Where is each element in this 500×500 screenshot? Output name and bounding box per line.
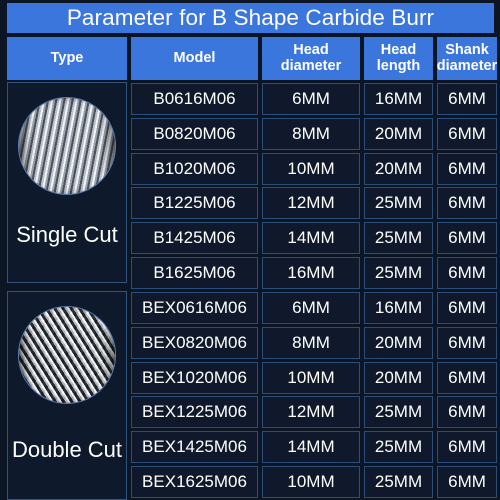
table-row: B1020M06 10MM 20MM 6MM xyxy=(0,152,500,187)
column-header-type-label: Type xyxy=(50,49,84,66)
cell-shank-diameter: 6MM xyxy=(437,83,497,115)
table-row: B1425M06 14MM 25MM 6MM xyxy=(0,221,500,256)
cell-shank-diameter: 6MM xyxy=(437,326,497,359)
column-header-model: Model xyxy=(131,37,258,80)
rows-single-cut: B0616M06 6MM 16MM 6MM B0820M06 8MM 20MM … xyxy=(0,82,500,291)
cell-head-length: 16MM xyxy=(364,83,433,115)
cell-head-length: 25MM xyxy=(364,431,433,464)
cell-head-diameter: 10MM xyxy=(262,152,360,185)
cell-head-length: 20MM xyxy=(364,361,433,394)
cell-model: BEX1625M06 xyxy=(131,465,258,498)
column-header-head-length: Head length xyxy=(364,37,433,80)
section-single-cut: Single Cut B0616M06 6MM 16MM 6MM B0820M0… xyxy=(0,82,500,289)
table-row: BEX1020M06 10MM 20MM 6MM xyxy=(0,361,500,396)
column-header-shank-diameter: Shank diameter xyxy=(437,37,497,80)
table-header-row: Type Model Head diameter Head length Sha… xyxy=(0,37,500,80)
cell-model: BEX0820M06 xyxy=(131,326,258,359)
column-header-type: Type xyxy=(7,37,127,80)
cell-model: B1225M06 xyxy=(131,187,258,220)
cell-model: BEX1425M06 xyxy=(131,431,258,464)
cell-shank-diameter: 6MM xyxy=(437,465,497,498)
cell-shank-diameter: 6MM xyxy=(437,187,497,220)
cell-model: B0820M06 xyxy=(131,117,258,150)
cell-head-diameter: 10MM xyxy=(262,465,360,498)
column-header-shank-diameter-label: Shank diameter xyxy=(436,41,498,74)
column-header-model-label: Model xyxy=(173,49,216,66)
spec-sheet: Parameter for B Shape Carbide Burr Type … xyxy=(0,0,500,500)
cell-model: BEX1020M06 xyxy=(131,361,258,394)
table-row: BEX0820M06 8MM 20MM 6MM xyxy=(0,326,500,361)
cell-model: B1020M06 xyxy=(131,152,258,185)
cell-head-length: 16MM xyxy=(364,292,433,324)
column-header-head-diameter: Head diameter xyxy=(262,37,360,80)
cell-model: BEX0616M06 xyxy=(131,292,258,324)
cell-head-diameter: 8MM xyxy=(262,326,360,359)
table-row: B1225M06 12MM 25MM 6MM xyxy=(0,186,500,221)
cell-head-diameter: 8MM xyxy=(262,117,360,150)
cell-head-length: 25MM xyxy=(364,187,433,220)
cell-head-diameter: 16MM xyxy=(262,256,360,289)
column-header-head-diameter-label: Head diameter xyxy=(280,41,342,74)
table-row: BEX1625M06 10MM 25MM 6MM xyxy=(0,465,500,500)
cell-head-diameter: 6MM xyxy=(262,83,360,115)
cell-head-diameter: 12MM xyxy=(262,396,360,429)
cell-head-diameter: 14MM xyxy=(262,222,360,255)
rows-double-cut: BEX0616M06 6MM 16MM 6MM BEX0820M06 8MM 2… xyxy=(0,291,500,500)
cell-head-length: 25MM xyxy=(364,465,433,498)
cell-head-length: 25MM xyxy=(364,396,433,429)
cell-model: B0616M06 xyxy=(131,83,258,115)
cell-shank-diameter: 6MM xyxy=(437,396,497,429)
cell-model: B1425M06 xyxy=(131,222,258,255)
cell-head-diameter: 6MM xyxy=(262,292,360,324)
column-header-head-length-label: Head length xyxy=(376,41,421,74)
table-row: BEX1225M06 12MM 25MM 6MM xyxy=(0,395,500,430)
page-title-text: Parameter for B Shape Carbide Burr xyxy=(66,5,435,30)
cell-head-diameter: 14MM xyxy=(262,431,360,464)
cell-model: BEX1225M06 xyxy=(131,396,258,429)
cell-shank-diameter: 6MM xyxy=(437,152,497,185)
cell-shank-diameter: 6MM xyxy=(437,292,497,324)
cell-shank-diameter: 6MM xyxy=(437,222,497,255)
table-row: BEX1425M06 14MM 25MM 6MM xyxy=(0,430,500,465)
cell-shank-diameter: 6MM xyxy=(437,117,497,150)
cell-head-length: 20MM xyxy=(364,326,433,359)
cell-head-length: 25MM xyxy=(364,256,433,289)
cell-shank-diameter: 6MM xyxy=(437,431,497,464)
cell-head-diameter: 10MM xyxy=(262,361,360,394)
table-row: BEX0616M06 6MM 16MM 6MM xyxy=(0,291,500,326)
cell-shank-diameter: 6MM xyxy=(437,256,497,289)
cell-head-length: 20MM xyxy=(364,117,433,150)
table-row: B1625M06 16MM 25MM 6MM xyxy=(0,256,500,291)
table-row: B0820M06 8MM 20MM 6MM xyxy=(0,117,500,152)
cell-head-diameter: 12MM xyxy=(262,187,360,220)
page-title: Parameter for B Shape Carbide Burr xyxy=(7,3,494,33)
cell-shank-diameter: 6MM xyxy=(437,361,497,394)
cell-head-length: 20MM xyxy=(364,152,433,185)
cell-head-length: 25MM xyxy=(364,222,433,255)
cell-model: B1625M06 xyxy=(131,256,258,289)
table-row: B0616M06 6MM 16MM 6MM xyxy=(0,82,500,117)
section-double-cut: Double Cut BEX0616M06 6MM 16MM 6MM BEX08… xyxy=(0,291,500,500)
